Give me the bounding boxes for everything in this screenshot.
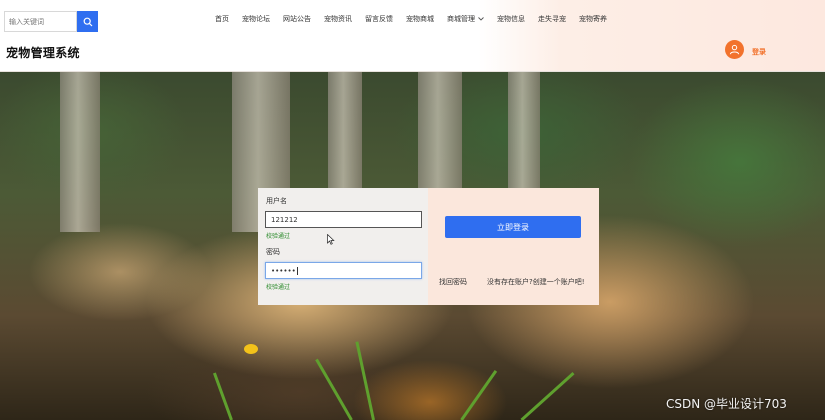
watermark: CSDN @毕业设计703 xyxy=(666,397,787,411)
grass-blade xyxy=(520,372,575,420)
nav-item-forum[interactable]: 宠物论坛 xyxy=(242,14,270,24)
nav-item-pet-info[interactable]: 宠物信息 xyxy=(497,14,525,24)
login-panel: 用户名 121212 校验通过 密码 •••••• 校验通过 立即登录 找回密码… xyxy=(258,188,599,305)
nav-item-home[interactable]: 首页 xyxy=(215,14,229,24)
nav-item-pet-boarding[interactable]: 宠物寄养 xyxy=(579,14,607,24)
login-form-fields: 用户名 121212 校验通过 密码 •••••• 校验通过 xyxy=(258,188,428,305)
top-header: 首页 宠物论坛 网站公告 宠物资讯 留言反馈 宠物商城 商城管理 宠物信息 走失… xyxy=(0,0,825,72)
grass-blade xyxy=(315,358,353,420)
login-actions xyxy=(428,188,599,305)
site-title: 宠物管理系统 xyxy=(6,46,80,60)
username-valid-message: 校验通过 xyxy=(266,233,291,240)
text-caret xyxy=(296,266,298,275)
login-link[interactable]: 登录 xyxy=(752,47,766,57)
nav-item-announcements[interactable]: 网站公告 xyxy=(283,14,311,24)
login-submit-button[interactable]: 立即登录 xyxy=(445,216,581,238)
search-icon xyxy=(83,17,92,26)
nav-item-pet-news[interactable]: 宠物资讯 xyxy=(324,14,352,24)
grass-blade xyxy=(212,372,233,420)
user-icon xyxy=(729,44,740,55)
password-label: 密码 xyxy=(266,248,280,256)
yellow-flower xyxy=(244,344,258,354)
main-nav: 首页 宠物论坛 网站公告 宠物资讯 留言反馈 宠物商城 商城管理 宠物信息 走失… xyxy=(215,12,620,26)
nav-item-lost-pets[interactable]: 走失寻宠 xyxy=(538,14,566,24)
username-field[interactable]: 121212 xyxy=(265,211,422,228)
password-field[interactable]: •••••• xyxy=(265,262,422,279)
fence-post xyxy=(60,72,100,232)
forgot-password-link[interactable]: 找回密码 xyxy=(439,277,467,287)
nav-item-pet-shop[interactable]: 宠物商城 xyxy=(406,14,434,24)
search-button[interactable] xyxy=(77,11,98,32)
chevron-down-icon xyxy=(478,17,484,21)
username-label: 用户名 xyxy=(266,197,287,205)
grass-blade xyxy=(355,341,375,420)
password-valid-message: 校验通过 xyxy=(266,284,291,291)
mouse-pointer-icon xyxy=(327,230,335,249)
nav-item-shop-management[interactable]: 商城管理 xyxy=(447,14,484,24)
search-input[interactable] xyxy=(4,11,77,32)
nav-item-feedback[interactable]: 留言反馈 xyxy=(365,14,393,24)
register-link[interactable]: 没有存在账户?创建一个账户吧! xyxy=(487,277,585,287)
avatar[interactable] xyxy=(725,40,744,59)
grass-blade xyxy=(460,369,498,420)
